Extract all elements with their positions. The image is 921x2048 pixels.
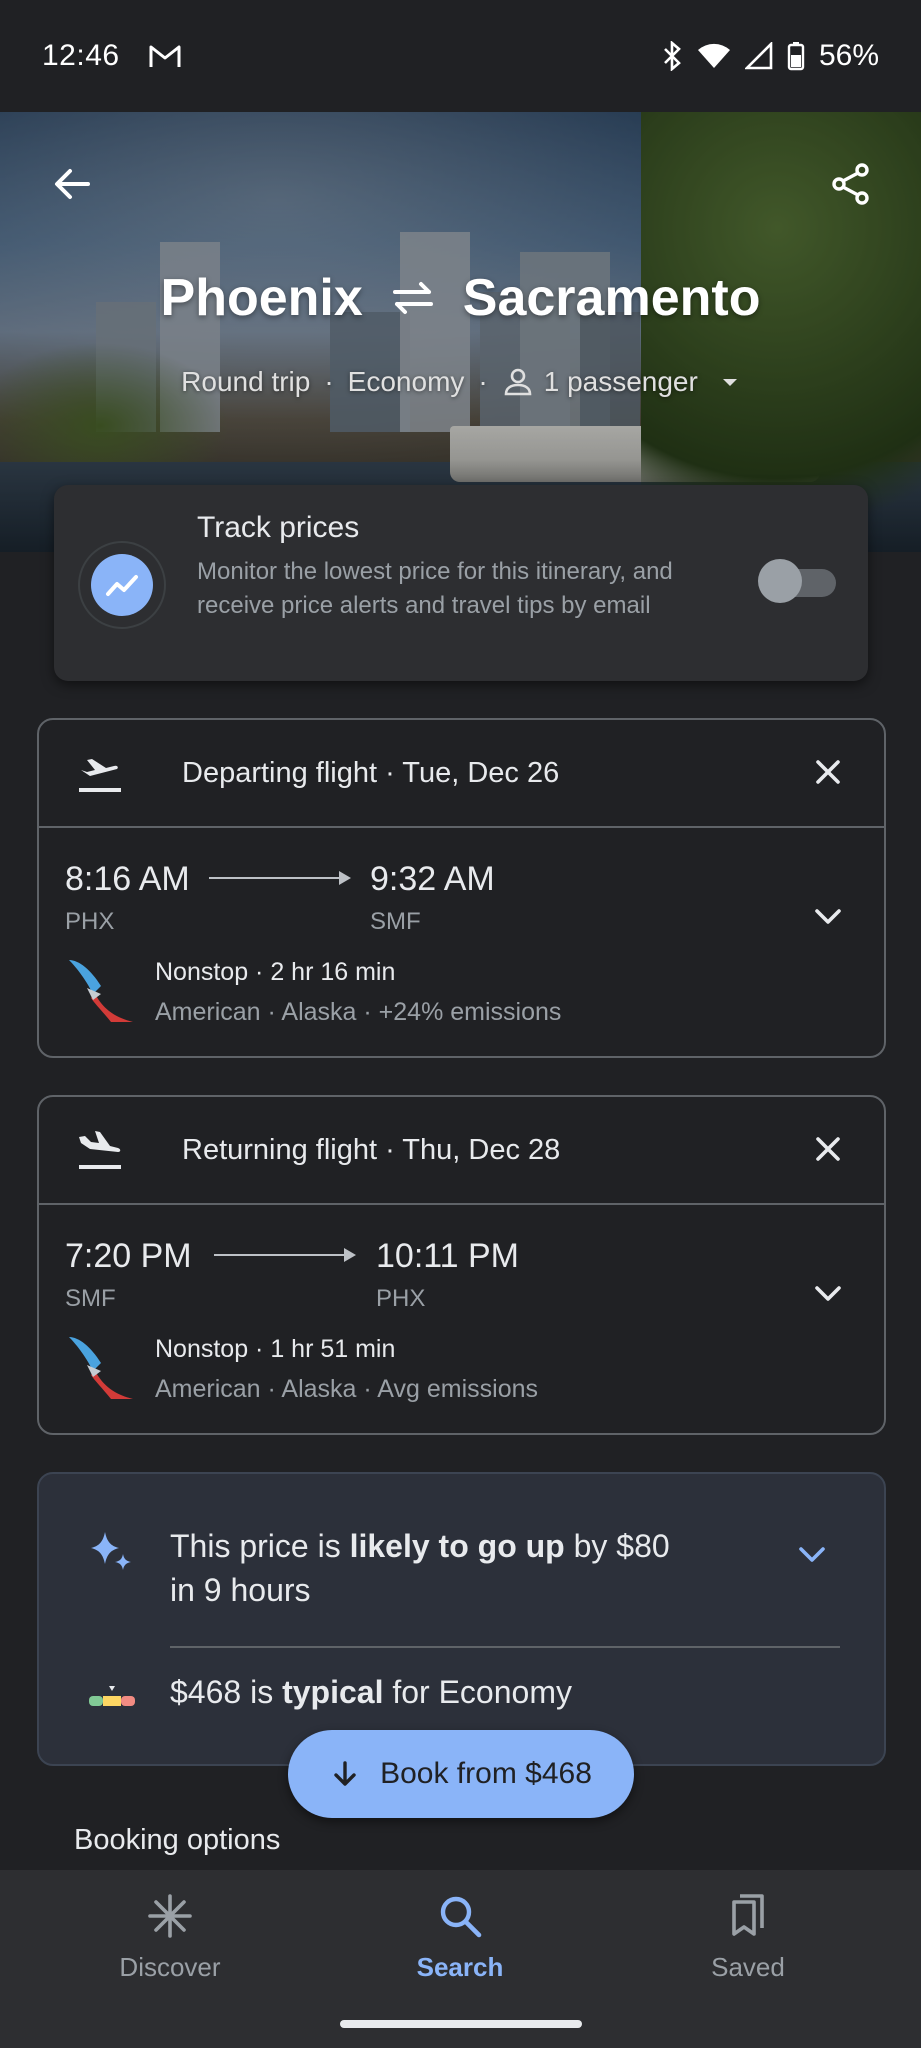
sparkle-icon xyxy=(91,1532,131,1570)
signal-icon xyxy=(744,42,773,70)
swap-arrows-icon[interactable] xyxy=(389,278,437,318)
nav-search-label: Search xyxy=(416,1952,504,1982)
returning-flight-title: Returning flight · Thu, Dec 28 xyxy=(182,1133,561,1166)
close-icon[interactable] xyxy=(808,1129,848,1169)
arrive-time: 9:32 AM xyxy=(370,860,495,898)
origin-city: Phoenix xyxy=(160,269,363,327)
returning-flight-details[interactable]: 7:20 PM 10:11 PM SMF PHX Nonstop · 1 hr … xyxy=(39,1205,884,1435)
chevron-down-icon[interactable] xyxy=(808,1273,848,1313)
status-bar: 12:46 56% xyxy=(0,0,921,112)
departing-flight-details[interactable]: 8:16 AM 9:32 AM PHX SMF Nonstop · 2 hr 1… xyxy=(39,828,884,1058)
depart-time: 7:20 PM xyxy=(65,1237,192,1275)
passenger-count: 1 passenger xyxy=(543,366,698,397)
flight-duration: Nonstop · 1 hr 51 min xyxy=(155,1335,396,1363)
american-airlines-logo xyxy=(69,1337,133,1399)
returning-flight-header: Returning flight · Thu, Dec 28 xyxy=(39,1097,884,1205)
destination-city: Sacramento xyxy=(462,269,761,327)
nav-discover[interactable]: Discover xyxy=(70,1890,270,1983)
arrow-down-icon xyxy=(334,1761,356,1786)
arrive-time: 10:11 PM xyxy=(376,1237,520,1275)
book-button[interactable]: Book from $468 xyxy=(288,1730,634,1818)
cabin-class[interactable]: Economy xyxy=(348,366,465,398)
price-insight-card[interactable]: This price is likely to go up by $80 in … xyxy=(37,1472,886,1766)
depart-time: 8:16 AM xyxy=(65,860,190,898)
origin-airport-code: SMF xyxy=(65,1285,116,1312)
home-indicator[interactable] xyxy=(340,2020,582,2028)
chevron-down-icon[interactable] xyxy=(792,1534,832,1574)
booking-options-heading: Booking options xyxy=(74,1824,281,1856)
flight-takeoff-icon xyxy=(79,759,121,792)
nav-discover-label: Discover xyxy=(119,1952,221,1982)
flight-carriers: American · Alaska · +24% emissions xyxy=(155,998,562,1026)
returning-flight-card[interactable]: Returning flight · Thu, Dec 28 7:20 PM 1… xyxy=(37,1095,886,1435)
typical-price-text: $468 is typical for Economy xyxy=(170,1674,572,1710)
american-airlines-logo xyxy=(69,960,133,1022)
flight-carriers: American · Alaska · Avg emissions xyxy=(155,1375,539,1403)
passenger-selector[interactable]: 1 passenger xyxy=(502,366,740,398)
battery-percent: 56% xyxy=(818,39,879,72)
back-button[interactable] xyxy=(40,152,104,216)
track-prices-toggle[interactable] xyxy=(758,559,838,603)
search-icon xyxy=(440,1896,482,1938)
battery-icon xyxy=(787,42,805,71)
arrow-back-icon xyxy=(55,169,90,199)
trip-type[interactable]: Round trip xyxy=(181,366,310,398)
nav-saved-label: Saved xyxy=(711,1952,785,1982)
close-icon[interactable] xyxy=(808,752,848,792)
destination-airport-code: PHX xyxy=(376,1285,426,1312)
trip-options[interactable]: Round trip · Economy · 1 passenger xyxy=(0,366,921,398)
person-icon xyxy=(504,368,532,396)
track-prices-card: Track prices Monitor the lowest price fo… xyxy=(54,485,868,681)
flight-arrow xyxy=(214,1248,356,1262)
route-title: Phoenix Sacramento xyxy=(0,268,921,328)
share-button[interactable] xyxy=(819,152,883,216)
price-prediction: This price is likely to go up by $80 in … xyxy=(170,1528,670,1608)
price-level-gauge-icon xyxy=(89,1686,135,1706)
departing-flight-title: Departing flight · Tue, Dec 26 xyxy=(182,756,560,789)
origin-airport-code: PHX xyxy=(65,908,115,935)
status-time: 12:46 xyxy=(42,39,120,72)
flight-land-icon xyxy=(79,1131,121,1169)
flight-arrow xyxy=(209,871,351,885)
price-trend-icon xyxy=(78,541,166,629)
share-icon xyxy=(832,163,869,205)
bottom-navigation: Discover Search Saved xyxy=(0,1870,921,2048)
wifi-icon xyxy=(697,43,730,68)
book-button-label: Book from $468 xyxy=(380,1757,592,1790)
track-prices-title: Track prices xyxy=(197,511,360,544)
saved-bookmarks-icon xyxy=(732,1894,764,1936)
divider xyxy=(170,1646,840,1648)
nav-search[interactable]: Search xyxy=(360,1890,560,1983)
dropdown-arrow-icon xyxy=(722,379,737,386)
chevron-down-icon[interactable] xyxy=(808,896,848,936)
nav-saved[interactable]: Saved xyxy=(648,1890,848,1983)
gmail-icon xyxy=(149,45,181,67)
departing-flight-header: Departing flight · Tue, Dec 26 xyxy=(39,720,884,828)
departing-flight-card[interactable]: Departing flight · Tue, Dec 26 8:16 AM 9… xyxy=(37,718,886,1058)
flight-duration: Nonstop · 2 hr 16 min xyxy=(155,958,396,986)
track-prices-description: Monitor the lowest price for this itiner… xyxy=(197,558,673,619)
bluetooth-icon xyxy=(664,41,681,71)
discover-icon xyxy=(148,1894,192,1938)
destination-airport-code: SMF xyxy=(370,908,421,935)
